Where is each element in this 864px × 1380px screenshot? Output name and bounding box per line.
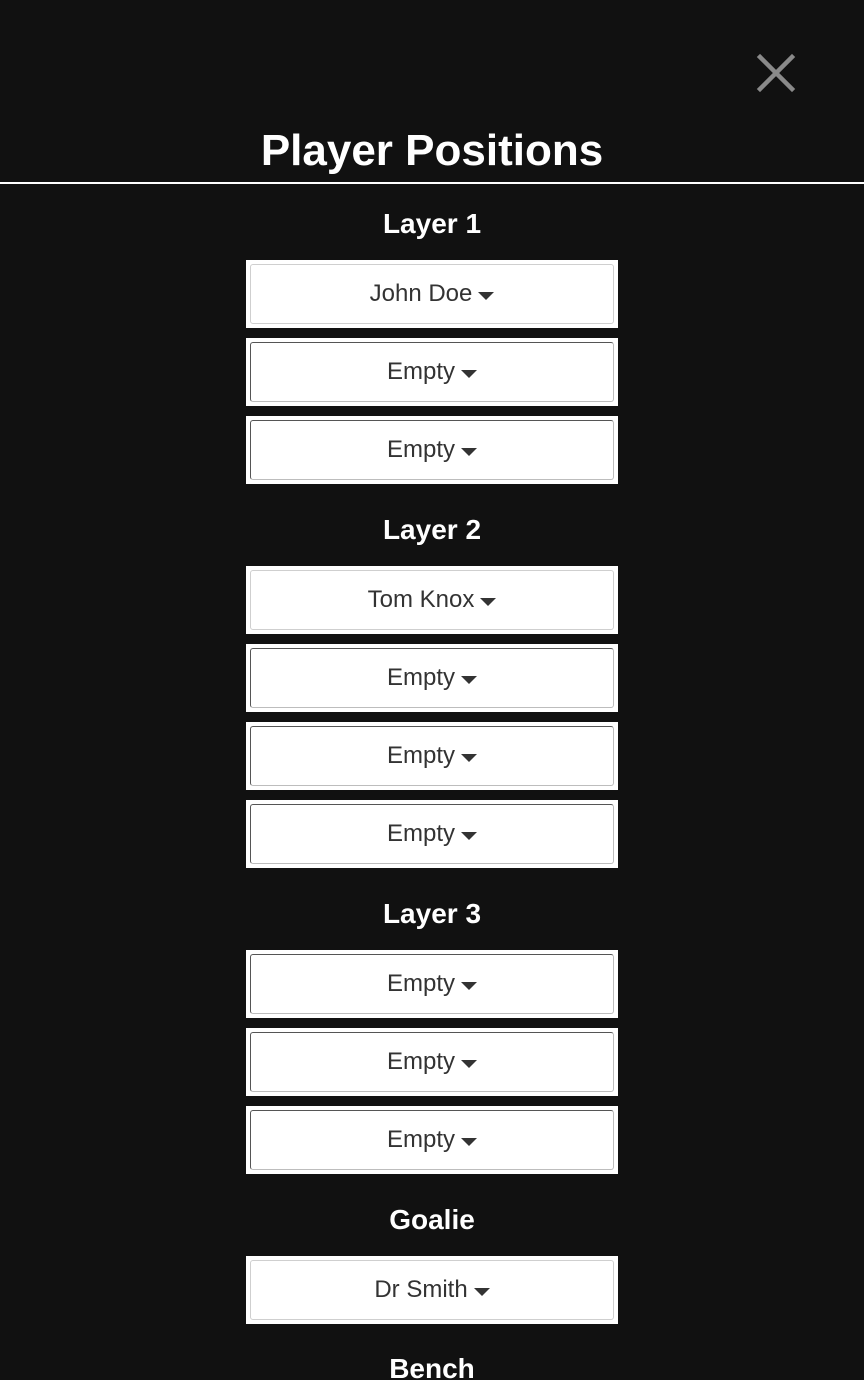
dropdown-value: Empty xyxy=(386,358,455,385)
position-dropdown-layer-2-slot-2[interactable]: Empty xyxy=(246,644,618,712)
position-dropdown-layer-3-slot-1[interactable]: Empty xyxy=(246,950,618,1018)
position-dropdown-layer-3-slot-3[interactable]: Empty xyxy=(246,1106,618,1174)
caret-down-icon xyxy=(461,370,477,378)
caret-down-icon xyxy=(461,448,477,456)
position-dropdown-layer-2-slot-3[interactable]: Empty xyxy=(246,722,618,790)
caret-down-icon xyxy=(461,1138,477,1146)
section-heading-bench: Bench xyxy=(389,1353,475,1380)
dropdown-value: Empty xyxy=(386,742,455,769)
dropdown-value: Dr Smith xyxy=(374,1276,468,1303)
dropdown-value: Empty xyxy=(386,1126,455,1153)
position-dropdown-layer-1-slot-2[interactable]: Empty xyxy=(246,338,618,406)
caret-down-icon xyxy=(461,982,477,990)
position-dropdown-layer-3-slot-2[interactable]: Empty xyxy=(246,1028,618,1096)
title-divider xyxy=(0,182,864,184)
position-dropdown-layer-2-slot-4[interactable]: Empty xyxy=(246,800,618,868)
section-heading-layer-2: Layer 2 xyxy=(382,514,482,545)
caret-down-icon xyxy=(478,292,495,300)
dropdown-value: Empty xyxy=(386,1048,455,1075)
position-dropdown-layer-2-slot-1[interactable]: Tom Knox xyxy=(246,566,618,634)
caret-down-icon xyxy=(473,1288,490,1296)
close-icon xyxy=(756,53,796,93)
caret-down-icon xyxy=(461,754,477,762)
dropdown-value: Empty xyxy=(386,820,455,847)
position-dropdown-goalie[interactable]: Dr Smith xyxy=(246,1256,618,1324)
caret-down-icon xyxy=(461,1060,477,1068)
dropdown-value: Empty xyxy=(386,970,455,997)
section-heading-goalie: Goalie xyxy=(389,1204,475,1235)
caret-down-icon xyxy=(480,598,497,606)
dropdown-value: Empty xyxy=(386,664,455,691)
position-dropdown-layer-1-slot-3[interactable]: Empty xyxy=(246,416,618,484)
dropdown-value: John Doe xyxy=(369,280,473,307)
modal-title: Player Positions xyxy=(260,126,604,175)
caret-down-icon xyxy=(461,832,477,840)
dropdown-value: Tom Knox xyxy=(367,586,475,613)
section-heading-layer-1: Layer 1 xyxy=(382,208,482,239)
dropdown-value: Empty xyxy=(386,436,455,463)
caret-down-icon xyxy=(461,676,477,684)
position-dropdown-layer-1-slot-1[interactable]: John Doe xyxy=(246,260,618,328)
section-heading-layer-3: Layer 3 xyxy=(382,898,482,929)
player-positions-modal: Player Positions Layer 1 John Doe Empty … xyxy=(0,0,864,1380)
close-button[interactable] xyxy=(756,53,796,93)
